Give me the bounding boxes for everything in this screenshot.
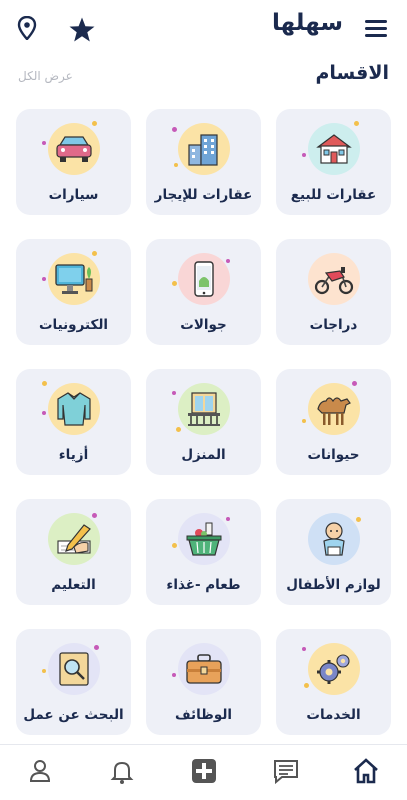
category-card-food[interactable]: طعام -غذاء — [146, 499, 261, 605]
category-label: دراجات — [309, 317, 358, 333]
camel-icon — [301, 381, 360, 435]
category-label: عقارات للبيع — [290, 187, 377, 203]
balcony-window-icon — [171, 383, 230, 435]
hamburger-menu-icon[interactable] — [365, 20, 387, 38]
category-label: عقارات للإيجار — [154, 187, 253, 203]
category-label: الخدمات — [306, 707, 361, 723]
star-icon[interactable] — [68, 16, 96, 44]
computer-monitor-icon — [41, 251, 100, 305]
category-card-services[interactable]: الخدمات — [276, 629, 391, 735]
category-label: حيوانات — [307, 447, 360, 463]
category-card-animals[interactable]: حيوانات — [276, 369, 391, 475]
house-icon — [301, 121, 360, 175]
category-card-electronics[interactable]: الكترونيات — [16, 239, 131, 345]
category-card-real-estate-rent[interactable]: عقارات للإيجار — [146, 109, 261, 215]
bell-icon[interactable] — [108, 757, 136, 785]
baby-icon — [307, 513, 361, 565]
section-title: الاقسام — [315, 62, 390, 84]
category-label: جوالات — [180, 317, 227, 333]
motorcycle-icon — [307, 253, 360, 305]
add-plus-icon[interactable] — [190, 757, 218, 785]
category-label: لوازم الأطفال — [286, 577, 381, 593]
car-icon — [41, 121, 100, 175]
sweater-icon — [41, 381, 100, 435]
category-card-baby-supplies[interactable]: لوازم الأطفال — [276, 499, 391, 605]
category-label: سيارات — [48, 187, 99, 203]
building-icon — [171, 123, 230, 175]
location-pin-icon[interactable] — [17, 15, 37, 41]
category-card-home[interactable]: المنزل — [146, 369, 261, 475]
user-icon[interactable] — [26, 757, 54, 785]
bottom-navigation-bar — [0, 744, 407, 800]
category-label: أزياء — [58, 447, 89, 463]
category-label: المنزل — [181, 447, 226, 463]
grocery-basket-icon — [171, 513, 230, 565]
see-all-link[interactable]: عرض الكل — [18, 69, 73, 83]
job-search-icon — [41, 643, 100, 695]
categories-section-header: الاقسام عرض الكل — [0, 58, 407, 98]
app-brand-title: سهلها — [271, 10, 343, 36]
top-app-bar: سهلها — [0, 0, 407, 58]
category-card-motorcycles[interactable]: دراجات — [276, 239, 391, 345]
category-label: البحث عن عمل — [23, 707, 124, 723]
category-label: الوظائف — [174, 707, 233, 723]
category-card-cars[interactable]: سيارات — [16, 109, 131, 215]
category-card-education[interactable]: التعليم — [16, 499, 131, 605]
category-card-job-search[interactable]: البحث عن عمل — [16, 629, 131, 735]
mobile-phone-icon — [171, 253, 230, 305]
category-label: التعليم — [51, 577, 96, 593]
gears-icon — [301, 643, 360, 695]
category-card-fashion[interactable]: أزياء — [16, 369, 131, 475]
writing-hand-icon — [47, 513, 100, 565]
category-label: طعام -غذاء — [166, 577, 241, 593]
chat-icon[interactable] — [272, 757, 300, 785]
category-card-jobs[interactable]: الوظائف — [146, 629, 261, 735]
category-card-real-estate-sale[interactable]: عقارات للبيع — [276, 109, 391, 215]
home-icon[interactable] — [352, 757, 380, 785]
category-label: الكترونيات — [38, 317, 109, 333]
briefcase-icon — [171, 643, 230, 695]
category-card-mobiles[interactable]: جوالات — [146, 239, 261, 345]
